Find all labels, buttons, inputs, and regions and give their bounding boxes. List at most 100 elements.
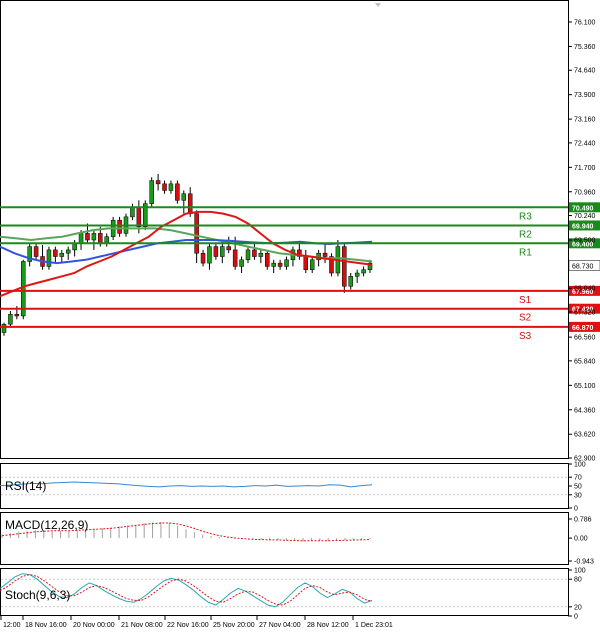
macd-title: MACD(12,26,9) — [5, 518, 88, 532]
candle-down — [303, 256, 309, 270]
time-tick-label: 22 Nov 16:00 — [167, 622, 209, 629]
candle-down — [85, 233, 90, 241]
macd-tick-label: 0.00 — [574, 536, 588, 543]
price-tick-label: 65.840 — [574, 358, 596, 365]
candle-up — [354, 272, 360, 277]
macd-tick-label: 0.786 — [574, 517, 592, 524]
candle-down — [213, 246, 219, 257]
candle-up — [78, 233, 84, 244]
candle-up — [284, 259, 289, 267]
candle-down — [232, 249, 238, 267]
candle-up — [168, 183, 174, 191]
stoch-tick-label: 80 — [574, 577, 582, 584]
price-tick-label: 73.900 — [574, 92, 596, 99]
candle-up — [245, 249, 251, 261]
price-tick-label: 68.040 — [574, 286, 596, 293]
candle-down — [175, 183, 180, 201]
price-tick-label: 71.700 — [574, 165, 596, 172]
price-tick-label: 74.640 — [574, 68, 596, 75]
candle-up — [239, 259, 244, 267]
candle-up — [220, 246, 225, 257]
time-tick-label: 1 Dec 23:01 — [355, 622, 393, 629]
level-name-r1: R1 — [519, 247, 532, 258]
candle-down — [252, 249, 257, 257]
time-tick-label: 27 Nov 04:00 — [259, 622, 301, 629]
current-price-label: 68.730 — [572, 263, 594, 270]
candle-down — [200, 252, 206, 264]
time-axis: 12:00 18 Nov 16:00 20 Nov 00:00 21 Nov 08:0… — [0, 616, 393, 629]
time-tick-label: 21 Nov 08:00 — [121, 622, 163, 629]
time-tick-label: 28 Nov 12:00 — [307, 622, 349, 629]
price-tick-label: 72.440 — [574, 140, 596, 147]
candle-up — [258, 252, 264, 257]
candle-up — [361, 269, 366, 274]
macd-tick-label: -0.943 — [574, 559, 594, 566]
stoch-title: Stoch(9,6,3) — [5, 588, 70, 602]
time-tick-label: 12:00 — [3, 622, 21, 629]
forex-chart: R370.490R269.940R169.400S167.960S267.420… — [0, 0, 600, 629]
candle-up — [271, 262, 276, 267]
candle-down — [342, 246, 347, 287]
rsi-tick-label: 100 — [574, 462, 586, 469]
price-panel — [0, 0, 569, 459]
price-tick-label: 73.160 — [574, 117, 596, 124]
time-tick-label: 20 Nov 00:00 — [73, 622, 115, 629]
candle-up — [59, 252, 65, 257]
stoch-tick-label: 20 — [574, 604, 582, 611]
candle-down — [53, 249, 58, 257]
price-tick-label: 66.560 — [574, 335, 596, 342]
candle-down — [226, 246, 231, 251]
stoch-panel — [0, 568, 569, 616]
candle-up — [348, 276, 353, 287]
candle-up — [91, 233, 97, 241]
candle-down — [117, 219, 122, 234]
candle-down — [265, 252, 270, 267]
candle-up — [46, 249, 52, 267]
candle-up — [181, 193, 187, 201]
candle-down — [136, 206, 142, 228]
candle-down — [162, 183, 167, 191]
price-tick-label: 63.620 — [574, 432, 596, 439]
rsi-title: RSI(14) — [5, 479, 46, 493]
candle-down — [194, 213, 199, 254]
rsi-tick-label: 30 — [574, 492, 582, 499]
time-tick-label: 18 Nov 16:00 — [25, 622, 67, 629]
stoch-tick-label: 100 — [574, 568, 586, 575]
candle-up — [149, 180, 154, 204]
level-name-s1: S1 — [519, 295, 532, 306]
candle-down — [14, 314, 20, 317]
candle-up — [309, 259, 315, 270]
price-tick-label: 69.500 — [574, 238, 596, 245]
candle-up — [8, 314, 13, 325]
price-tick-label: 76.100 — [574, 20, 596, 27]
level-tag-s3: 66.870 — [572, 325, 594, 332]
price-tick-label: 70.240 — [574, 213, 596, 220]
chart-root: R3 70.490 R2 69.940 R1 69.400 S1 67.960 S2 67.420… — [0, 0, 600, 635]
level-name-s3: S3 — [519, 331, 532, 342]
candle-up — [130, 206, 135, 218]
candle-down — [277, 262, 283, 267]
candle-up — [207, 246, 212, 264]
rsi-tick-label: 0 — [574, 506, 578, 513]
level-name-r3: R3 — [519, 211, 532, 222]
rsi-tick-label: 70 — [574, 475, 582, 482]
candle-up — [65, 249, 71, 254]
candle-down — [322, 252, 328, 257]
price-tick-label: 65.100 — [574, 383, 596, 390]
level-name-r2: R2 — [519, 229, 532, 240]
price-tick-label: 70.960 — [574, 189, 596, 196]
time-tick-label: 25 Nov 20:00 — [213, 622, 255, 629]
level-name-s2: S2 — [519, 313, 532, 324]
candle-down — [33, 246, 39, 257]
rsi-tick-label: 50 — [574, 484, 582, 491]
level-tag-r2: 69.940 — [572, 223, 594, 230]
candle-up — [1, 323, 7, 333]
price-tick-label: 64.360 — [574, 407, 596, 414]
candle-down — [187, 193, 193, 214]
stoch-tick-label: 0 — [574, 614, 578, 621]
candle-down — [155, 180, 161, 185]
price-tick-label: 67.320 — [574, 310, 596, 317]
level-tag-r3: 70.490 — [572, 205, 594, 212]
candle-down — [98, 233, 103, 244]
price-tick-label: 75.360 — [574, 44, 596, 51]
